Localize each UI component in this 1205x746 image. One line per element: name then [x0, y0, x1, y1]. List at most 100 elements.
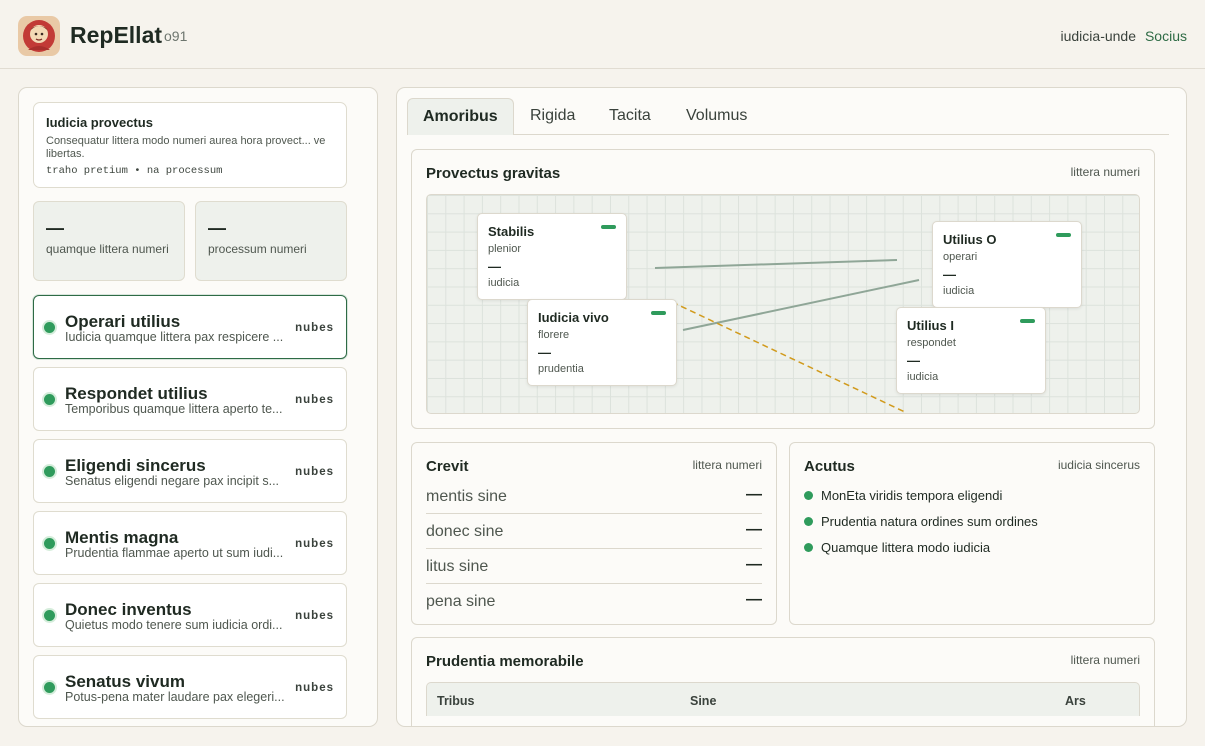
bullet-item: Prudentia natura ordines sum ordines — [804, 514, 1038, 529]
metric-value: — — [746, 486, 762, 503]
node-subtitle: respondet — [907, 337, 956, 349]
column-header[interactable]: Sine — [690, 694, 716, 708]
node-footer: iudicia — [907, 371, 939, 383]
item-subtitle: Iudicia quamque littera pax respicere ..… — [65, 330, 284, 344]
list-item[interactable]: Operari utilius Iudicia quamque littera … — [33, 295, 347, 359]
panel-meta: littera numeri — [1070, 653, 1140, 667]
stat-value: — — [208, 218, 226, 238]
metric-key: pena sine — [426, 593, 496, 610]
metric-row: donec sine — — [426, 514, 762, 549]
metric-key: mentis sine — [426, 488, 507, 505]
status-dot-icon — [44, 394, 55, 405]
stat-card: — processum numeri — [195, 201, 347, 281]
item-subtitle: Prudentia flammae aperto ut sum iudi... — [65, 546, 284, 560]
graph-node[interactable]: Iudicia vivo florere — prudentia — [527, 299, 677, 386]
item-subtitle: Quietus modo tenere sum iudicia ordi... — [65, 618, 283, 632]
graph-edge — [654, 259, 898, 269]
tab-bar: Amoribus Rigida Tacita Volumus — [407, 98, 1169, 135]
item-subtitle: Temporibus quamque littera aperto te... — [65, 402, 283, 416]
panel-meta: littera numeri — [692, 458, 762, 472]
item-name: Mentis magna — [65, 528, 179, 547]
tab-rigida[interactable]: Rigida — [515, 98, 590, 135]
item-name: Senatus vivum — [65, 672, 185, 691]
bullet-dot-icon — [804, 543, 813, 552]
list-item[interactable]: Donec inventus Quietus modo tenere sum i… — [33, 583, 347, 647]
intro-title: Iudicia provectus — [46, 115, 153, 130]
status-dot-icon — [44, 682, 55, 693]
status-badge: nubes — [295, 322, 334, 334]
metric-row: litus sine — — [426, 549, 762, 584]
node-graph[interactable]: Stabilis plenior — iudicia Iudicia vivo … — [426, 194, 1140, 414]
graph-node[interactable]: Utilius O operari — iudicia — [932, 221, 1082, 308]
node-value: — — [488, 259, 501, 274]
status-badge: nubes — [295, 538, 334, 550]
stat-value: — — [46, 218, 64, 238]
graph-node[interactable]: Stabilis plenior — iudicia — [477, 213, 627, 300]
tab-tacita[interactable]: Tacita — [594, 98, 666, 135]
user-name: iudicia-unde — [1060, 28, 1137, 44]
intro-meta: traho pretium • na processum — [46, 165, 223, 177]
list-item[interactable]: Respondet utilius Temporibus quamque lit… — [33, 367, 347, 431]
panel-meta: littera numeri — [1070, 165, 1140, 179]
list-item[interactable]: Mentis magna Prudentia flammae aperto ut… — [33, 511, 347, 575]
graph-panel: Provectus gravitas littera numeri Stabil… — [411, 149, 1155, 429]
status-pill — [651, 311, 666, 315]
panel-title: Prudentia memorabile — [426, 653, 584, 670]
app-title: RepEllat — [70, 22, 163, 48]
graph-edge — [682, 279, 920, 331]
tab-volumus[interactable]: Volumus — [671, 98, 762, 135]
bullet-item: Quamque littera modo iudicia — [804, 540, 990, 555]
graph-edge-dashed — [671, 301, 908, 413]
main-panel: Amoribus Rigida Tacita Volumus Provectus… — [396, 87, 1187, 727]
status-dot-icon — [44, 610, 55, 621]
bullet-text: MonEta viridis tempora eligendi — [821, 488, 1003, 503]
node-subtitle: florere — [538, 329, 570, 341]
status-pill — [1020, 319, 1035, 323]
node-value: — — [907, 353, 920, 368]
metric-row: mentis sine — — [426, 479, 762, 514]
metric-key: donec sine — [426, 523, 504, 540]
status-dot-icon — [44, 466, 55, 477]
app-header: RepEllat o91 iudicia-unde Socius — [0, 0, 1205, 69]
sidebar: Iudicia provectus Consequatur littera mo… — [18, 87, 378, 727]
node-footer: prudentia — [538, 363, 584, 375]
graph-node[interactable]: Utilius I respondet — iudicia — [896, 307, 1046, 394]
panel-title: Acutus — [804, 458, 855, 475]
status-badge: nubes — [295, 394, 334, 406]
node-footer: iudicia — [943, 285, 975, 297]
list-item[interactable]: Eligendi sincerus Senatus eligendi negar… — [33, 439, 347, 503]
item-name: Donec inventus — [65, 600, 192, 619]
item-name: Respondet utilius — [65, 384, 208, 403]
node-value: — — [943, 267, 956, 282]
status-badge: nubes — [295, 610, 334, 622]
socius-link[interactable]: Socius — [1145, 28, 1187, 44]
intro-description: Consequatur littera modo numeri aurea ho… — [46, 135, 326, 160]
node-subtitle: operari — [943, 251, 978, 263]
node-title: Utilius I — [907, 318, 954, 333]
acutus-panel: Acutus iudicia sincerus MonEta viridis t… — [789, 442, 1155, 625]
column-header[interactable]: Ars — [1065, 694, 1086, 708]
item-name: Eligendi sincerus — [65, 456, 206, 475]
node-footer: iudicia — [488, 277, 520, 289]
app-logo-icon — [18, 16, 60, 56]
status-badge: nubes — [295, 466, 334, 478]
status-pill — [601, 225, 616, 229]
bullet-text: Quamque littera modo iudicia — [821, 540, 991, 555]
metric-row: pena sine — — [426, 584, 762, 619]
stat-label: processum numeri — [208, 242, 307, 256]
node-title: Iudicia vivo — [538, 310, 609, 325]
node-value: — — [538, 345, 551, 360]
node-title: Stabilis — [488, 224, 535, 239]
node-title: Utilius O — [943, 232, 997, 247]
metric-key: litus sine — [426, 558, 489, 575]
column-header[interactable]: Tribus — [437, 694, 475, 708]
bullet-dot-icon — [804, 517, 813, 526]
panel-title: Crevit — [426, 458, 469, 475]
metric-value: — — [746, 591, 762, 608]
item-name: Operari utilius — [65, 312, 181, 331]
metric-value: — — [746, 556, 762, 573]
tab-amoribus[interactable]: Amoribus — [407, 98, 514, 135]
panel-meta: iudicia sincerus — [1057, 458, 1140, 472]
list-item[interactable]: Senatus vivum Potus-pena mater laudare p… — [33, 655, 347, 719]
item-subtitle: Senatus eligendi negare pax incipit s... — [65, 474, 280, 488]
